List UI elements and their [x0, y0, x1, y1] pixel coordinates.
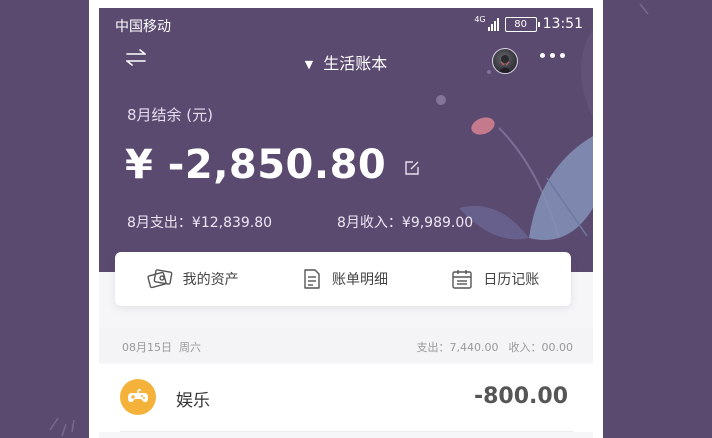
signal-icon	[487, 17, 499, 31]
book-name: 生活账本	[323, 54, 388, 73]
quick-actions-card: 我的资产 账单明细 日历记账	[115, 252, 571, 306]
balance-row: ¥ -2,850.80	[125, 142, 420, 188]
caret-down-icon: ▼	[304, 58, 314, 71]
status-bar: 中国移动 4G 80 13:51	[99, 8, 593, 42]
list-item[interactable]: 娱乐 -800.00	[99, 364, 593, 432]
avatar-figure-icon	[498, 55, 512, 73]
phone-frame: 中国移动 4G 80 13:51 ▼ 生活账本 8月结余 (元) ¥ -2,85…	[89, 0, 603, 438]
month-income: 8月收入：¥9,989.00	[337, 215, 474, 231]
divider	[120, 431, 573, 432]
summary-header: 中国移动 4G 80 13:51 ▼ 生活账本 8月结余 (元) ¥ -2,85…	[99, 8, 593, 272]
carrier-name: 中国移动	[115, 19, 171, 35]
day-totals: 支出：7,440.00 收入：00.00	[417, 339, 573, 355]
battery-icon: 80	[504, 16, 540, 32]
date-text: 08月15日	[122, 341, 172, 354]
bill-detail-icon	[304, 269, 320, 289]
gamepad-icon	[120, 379, 156, 415]
quick-action-assets[interactable]: 我的资产	[147, 268, 239, 290]
battery-level: 80	[514, 18, 527, 30]
day-group-header: 08月15日 周六 支出：7,440.00 收入：00.00	[99, 328, 593, 362]
day-expense: 支出：7,440.00	[416, 341, 499, 354]
book-selector[interactable]: ▼ 生活账本	[99, 50, 593, 74]
month-expense: 8月支出：¥12,839.80	[127, 215, 273, 231]
category-name: 娱乐	[176, 391, 210, 411]
more-dots-icon[interactable]	[540, 53, 565, 58]
quick-action-label: 账单明细	[331, 272, 388, 288]
edit-icon[interactable]	[404, 160, 420, 176]
record-amount: -800.00	[473, 384, 568, 409]
day-income: 收入：00.00	[508, 341, 574, 354]
weekday-text: 周六	[179, 341, 201, 354]
balance-value: ¥ -2,850.80	[125, 142, 387, 188]
quick-action-bill-detail[interactable]: 账单明细	[302, 268, 388, 290]
assets-icon	[147, 269, 173, 289]
quick-action-label: 我的资产	[182, 272, 239, 288]
status-indicators: 4G 80 13:51	[474, 14, 583, 33]
day-date: 08月15日 周六	[122, 339, 201, 355]
avatar[interactable]	[492, 48, 518, 74]
quick-action-label: 日历记账	[483, 272, 540, 288]
app-screen: 中国移动 4G 80 13:51 ▼ 生活账本 8月结余 (元) ¥ -2,85…	[99, 8, 593, 438]
nav-bar: ▼ 生活账本	[99, 44, 593, 78]
balance-label: 8月结余 (元)	[127, 106, 214, 124]
quick-action-calendar[interactable]: 日历记账	[451, 268, 539, 290]
network-type: 4G	[474, 14, 486, 24]
calendar-icon	[452, 270, 473, 289]
clock: 13:51	[542, 16, 583, 32]
